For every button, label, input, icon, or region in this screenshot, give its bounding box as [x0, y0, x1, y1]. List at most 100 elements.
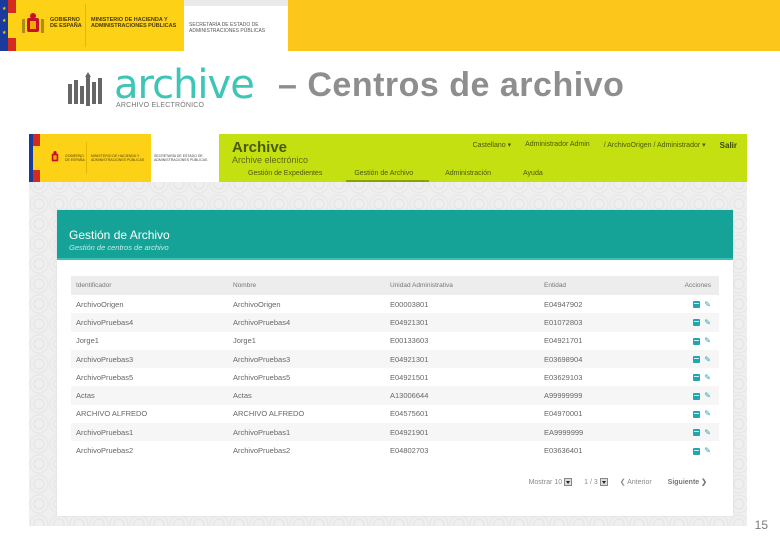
cell-nombre: Jorge1	[233, 336, 256, 346]
context-selector[interactable]: / ArchivoOrigen / Administrador ▾	[604, 141, 706, 150]
page-size-selector[interactable]: Mostrar 10	[529, 478, 573, 486]
nav-administracion[interactable]: Administración	[429, 168, 507, 182]
cell-identificador: Jorge1	[76, 336, 99, 346]
document-icon[interactable]	[693, 319, 701, 327]
ministerio-label: MINISTERIO DE HACIENDA Y ADMINISTRACIONE…	[91, 154, 145, 162]
pencil-icon[interactable]: ✎	[704, 300, 711, 309]
row-actions: ✎	[659, 295, 719, 313]
app-secretaria-block: SECRETARÍA DE ESTADO DE ADMINISTRACIONES…	[151, 134, 219, 182]
document-icon[interactable]	[693, 447, 701, 455]
ministerio-label: MINISTERIO DE HACIENDA Y ADMINISTRACIONE…	[91, 17, 177, 29]
cell-nombre: ARCHIVO ALFREDO	[233, 409, 305, 419]
pencil-icon[interactable]: ✎	[704, 355, 711, 364]
cell-nombre: ArchivoOrigen	[233, 299, 281, 309]
row-actions: ✎	[659, 441, 719, 459]
row-actions: ✎	[659, 368, 719, 386]
nav-gestion-archivo[interactable]: Gestión de Archivo	[338, 168, 429, 182]
cell-identificador: ArchivoPruebas1	[71, 423, 228, 442]
slide-title: – Centros de archivo	[278, 66, 625, 104]
cell-nombre: ArchivoPruebas4	[228, 313, 385, 332]
page-selector[interactable]: 1 / 3	[584, 478, 608, 486]
cell-unidad: A13006644	[385, 386, 539, 405]
table-row[interactable]: Jorge1 Jorge1 E00133603 E04921701 ✎	[71, 332, 719, 350]
cell-identificador: ARCHIVO ALFREDO	[76, 409, 148, 419]
row-actions: ✎	[659, 313, 719, 332]
coat-of-arms-icon	[22, 13, 44, 33]
pencil-icon[interactable]: ✎	[704, 373, 711, 382]
col-nombre[interactable]: Nombre	[228, 276, 385, 295]
pagination: Mostrar 10 1 / 3 ❮ Anterior Siguiente ❯	[529, 478, 707, 486]
cell-identificador: ArchivoPruebas3	[71, 349, 228, 369]
cell-entidad: E04947902	[544, 299, 583, 309]
top-nav: Castellano ▾ Administrador Admin / Archi…	[473, 141, 737, 150]
nav-gestion-expedientes[interactable]: Gestión de Expedientes	[232, 168, 338, 182]
table-row[interactable]: ArchivoPruebas1 ArchivoPruebas1 E04921901 E…	[71, 423, 719, 442]
cell-entidad: E04970001	[544, 409, 583, 419]
cell-unidad: E04921301	[385, 349, 539, 369]
app-header: GOBIERNO DE ESPAÑA MINISTERIO DE HACIEND…	[29, 134, 747, 182]
table-row[interactable]: ArchivoPruebas3 ArchivoPruebas3 E04921301 E…	[71, 349, 719, 369]
divider	[85, 4, 86, 47]
slide: ★ ★ ★ GOBIERNO DE ESPAÑA MINISTERIO DE H…	[0, 0, 780, 540]
app-title: Archive	[232, 139, 288, 156]
main-nav: Gestión de Expedientes Gestión de Archiv…	[232, 168, 559, 182]
panel-header: Gestión de Archivo Gestión de centros de…	[57, 210, 733, 260]
cell-unidad: E04921301	[385, 313, 539, 332]
pencil-icon[interactable]: ✎	[704, 337, 711, 345]
coat-of-arms-icon	[51, 150, 59, 162]
pencil-icon[interactable]: ✎	[704, 447, 711, 455]
table-row[interactable]: ArchivoPruebas2 ArchivoPruebas2 E04802703 E…	[71, 441, 719, 459]
table-row[interactable]: ArchivoPruebas5 ArchivoPruebas5 E04921501 E…	[71, 368, 719, 386]
col-entidad[interactable]: Entidad	[539, 276, 659, 295]
gov-banner-top-strip	[184, 0, 288, 6]
secretaria-label: SECRETARÍA DE ESTADO DE ADMINISTRACIONES…	[189, 22, 266, 34]
document-icon[interactable]	[693, 429, 701, 437]
cell-unidad: E04921901	[385, 423, 539, 442]
row-actions: ✎	[659, 332, 719, 350]
slide-page-number: 15	[754, 518, 768, 532]
cell-nombre: ArchivoPruebas1	[228, 423, 385, 442]
cell-unidad: E00003801	[390, 299, 429, 309]
language-selector[interactable]: Castellano ▾	[473, 141, 512, 150]
archive-bars-icon	[68, 72, 102, 106]
document-icon[interactable]	[693, 337, 701, 345]
dropdown-arrow-icon[interactable]	[564, 478, 573, 486]
cell-unidad: E04802703	[390, 446, 429, 456]
cell-entidad: A99999999	[539, 386, 659, 405]
divider	[86, 142, 87, 174]
cell-entidad: E03636401	[544, 446, 583, 456]
pencil-icon[interactable]: ✎	[704, 428, 711, 437]
cell-entidad: E04921701	[544, 336, 583, 346]
page-size-value: 10	[554, 478, 563, 486]
dropdown-arrow-icon[interactable]	[599, 478, 608, 486]
document-icon[interactable]	[693, 374, 701, 382]
table-row[interactable]: ArchivoOrigen ArchivoOrigen E00003801 E0494…	[71, 295, 719, 313]
logout-link[interactable]: Salir	[720, 141, 737, 150]
pencil-icon[interactable]: ✎	[704, 318, 711, 327]
table-row[interactable]: Actas Actas A13006644 A99999999 ✎	[71, 386, 719, 405]
next-page-button[interactable]: Siguiente ❯	[668, 478, 707, 486]
document-icon[interactable]	[693, 356, 701, 364]
document-icon[interactable]	[693, 392, 701, 400]
document-icon[interactable]	[693, 301, 701, 309]
cell-nombre: ArchivoPruebas5	[233, 372, 291, 382]
nav-ayuda[interactable]: Ayuda	[507, 168, 559, 182]
col-unidad-administrativa[interactable]: Unidad Administrativa	[385, 276, 539, 295]
row-actions: ✎	[659, 423, 719, 442]
cell-unidad: E04921501	[390, 372, 429, 382]
secretaria-label: SECRETARÍA DE ESTADO DE ADMINISTRACIONES…	[154, 154, 208, 162]
document-icon[interactable]	[693, 410, 701, 418]
page-of-value: 1 / 3	[584, 478, 598, 486]
gobierno-label: GOBIERNO DE ESPAÑA	[65, 154, 85, 162]
pencil-icon[interactable]: ✎	[704, 410, 711, 418]
app-screenshot: GOBIERNO DE ESPAÑA MINISTERIO DE HACIEND…	[29, 134, 747, 526]
table-row[interactable]: ArchivoPruebas4 ArchivoPruebas4 E04921301 E…	[71, 313, 719, 332]
prev-page-button[interactable]: ❮ Anterior	[620, 478, 652, 486]
pencil-icon[interactable]: ✎	[704, 392, 711, 400]
cell-entidad: E01072803	[539, 313, 659, 332]
logo-subtitle: ARCHIVO ELECTRÓNICO	[116, 102, 205, 109]
col-identificador[interactable]: Identificador	[71, 276, 228, 295]
user-name[interactable]: Administrador Admin	[525, 141, 590, 150]
table-row[interactable]: ARCHIVO ALFREDO ARCHIVO ALFREDO E04575601 E…	[71, 405, 719, 423]
archive-table: Identificador Nombre Unidad Administrati…	[71, 276, 719, 460]
